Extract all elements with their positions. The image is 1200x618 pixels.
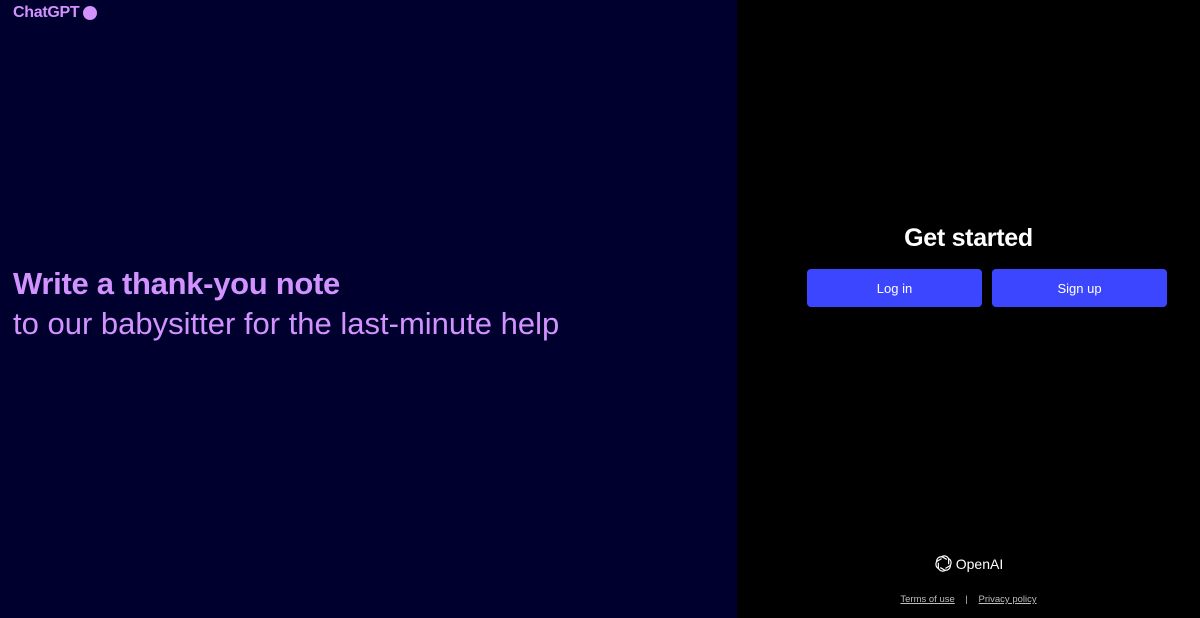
auth-panel: Get started Log in Sign up OpenAI Terms … <box>737 0 1200 618</box>
brand-name: ChatGPT <box>13 4 80 21</box>
openai-logo: OpenAI <box>934 554 1003 573</box>
privacy-link[interactable]: Privacy policy <box>979 594 1037 605</box>
terms-link[interactable]: Terms of use <box>900 594 954 605</box>
brand-dot-icon <box>83 6 98 20</box>
openai-logo-icon <box>935 555 952 572</box>
brand-logo: ChatGPT <box>13 4 98 22</box>
signup-button[interactable]: Sign up <box>992 269 1167 307</box>
get-started-heading: Get started <box>904 224 1033 252</box>
hero-panel: ChatGPT Write a thank-you note to our ba… <box>0 0 737 618</box>
legal-links: Terms of use | Privacy policy <box>737 594 1200 605</box>
footer: OpenAI <box>737 554 1200 578</box>
login-button[interactable]: Log in <box>807 269 982 307</box>
hero-prompt: Write a thank-you note to our babysitter… <box>13 264 573 344</box>
auth-actions: Log in Sign up <box>807 269 1167 307</box>
legal-separator: | <box>965 594 968 605</box>
openai-logo-text: OpenAI <box>955 555 1004 572</box>
login-page: ChatGPT Write a thank-you note to our ba… <box>0 0 1200 618</box>
hero-body: to our babysitter for the last-minute he… <box>13 306 560 341</box>
hero-title: Write a thank-you note <box>13 266 340 301</box>
